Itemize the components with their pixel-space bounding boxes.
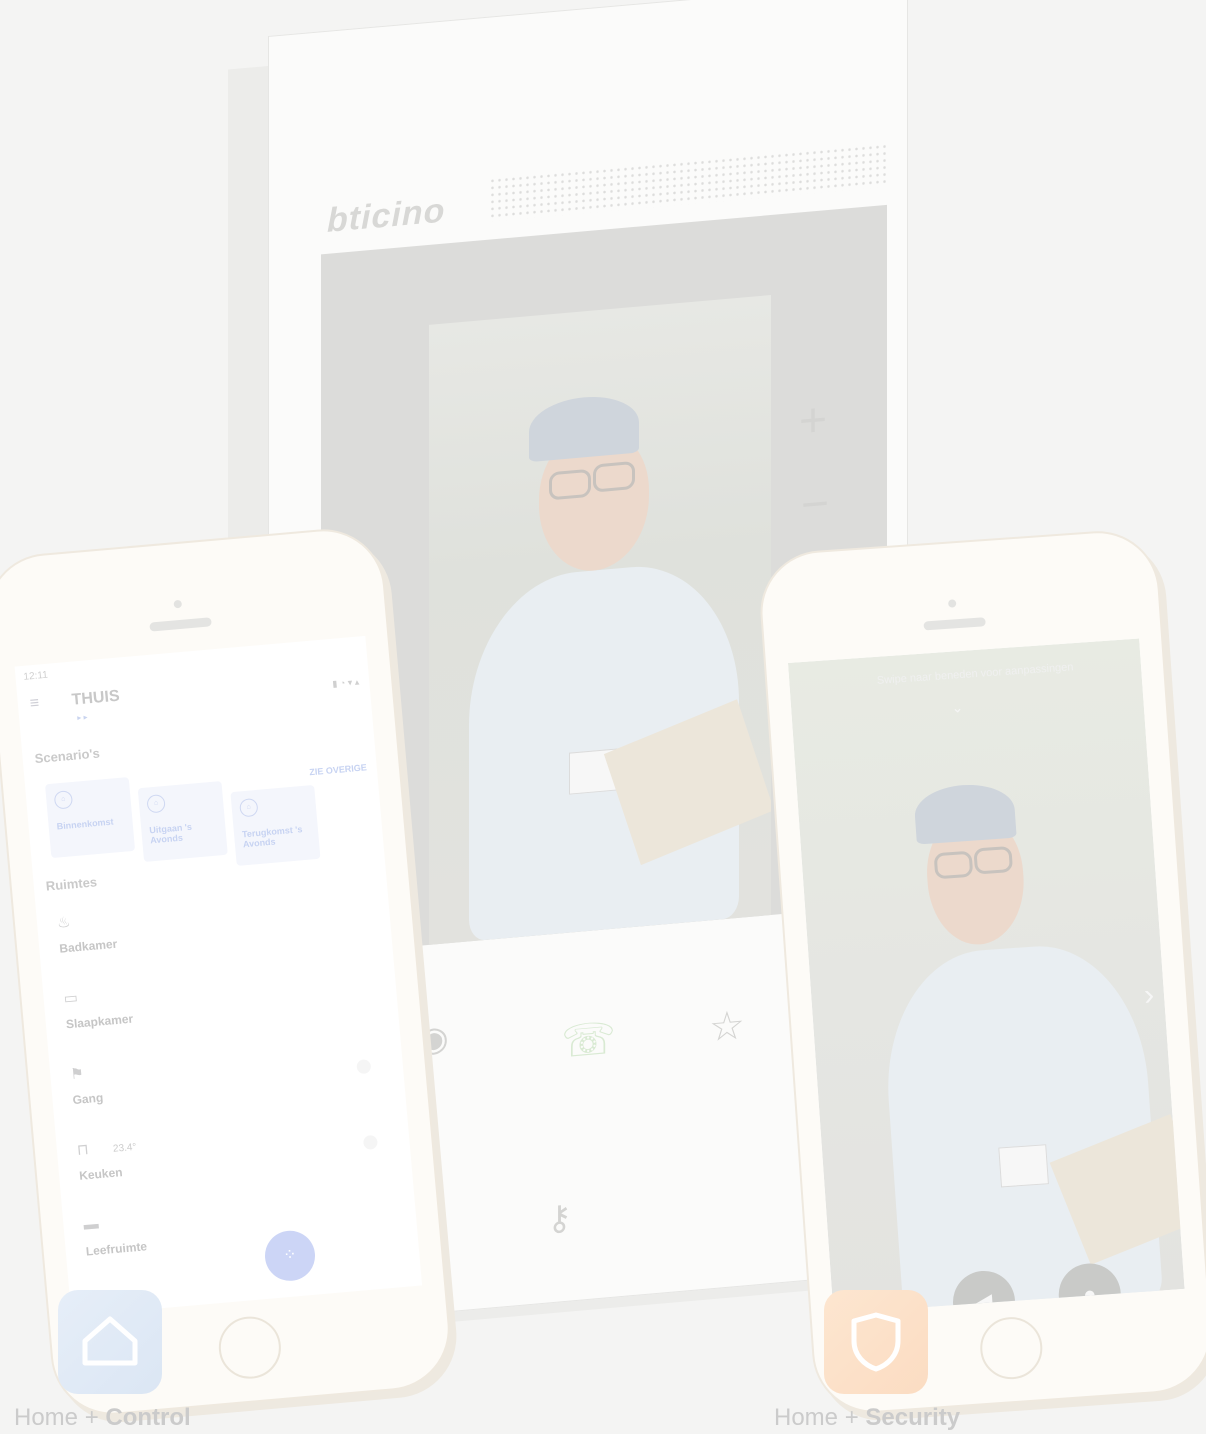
phone-home-security: Swipe naar beneden voor aanpassingen ⌄ ›… bbox=[756, 527, 1206, 1417]
room-label: Badkamer bbox=[58, 936, 118, 956]
courier-video-feed bbox=[429, 294, 771, 945]
phone-home-button[interactable] bbox=[216, 1314, 284, 1382]
room-item[interactable]: ▭ Slaapkamer bbox=[63, 963, 367, 1049]
key-icon[interactable]: ⚷ bbox=[547, 1198, 572, 1238]
scenario-icon: ⌂ bbox=[146, 794, 166, 814]
product-scene: bticino + − ◉ ☏ ☆ ⚷ 12:11 ▮ ◔ ▾ ▴ ≡ THUI… bbox=[0, 0, 1206, 1434]
scenario-label: Terugkomst 's Avonds bbox=[241, 824, 303, 850]
speaker-icon: ◀ bbox=[974, 1288, 994, 1314]
caption-prefix: Home + bbox=[774, 1404, 866, 1431]
room-label: Leefruimte bbox=[85, 1239, 148, 1259]
minus-icon[interactable]: − bbox=[801, 477, 829, 532]
status-icons: ▮ ◔ ▾ ▴ bbox=[331, 676, 360, 689]
room-toggle[interactable] bbox=[362, 1134, 379, 1150]
front-camera bbox=[947, 599, 957, 608]
room-toggle[interactable] bbox=[356, 1059, 372, 1075]
shield-icon bbox=[824, 1290, 928, 1394]
room-label: Gang bbox=[72, 1090, 104, 1108]
earpiece bbox=[149, 617, 212, 632]
home-security-app-icon[interactable] bbox=[824, 1290, 928, 1394]
room-item[interactable]: ⊓ 23.4° Keuken bbox=[76, 1115, 380, 1201]
courier-video-feed bbox=[787, 638, 1185, 1314]
microphone-icon: ● bbox=[1082, 1281, 1098, 1307]
menu-icon[interactable]: ≡ bbox=[29, 695, 40, 714]
scenario-card[interactable]: ⌂ Terugkomst 's Avonds bbox=[230, 784, 321, 866]
room-label: Slaapkamer bbox=[65, 1011, 134, 1032]
scenario-card[interactable]: ⌂ Uitgaan 's Avonds bbox=[137, 780, 228, 863]
sofa-icon: ▬ bbox=[82, 1215, 100, 1234]
scenarios-heading: Scenario's bbox=[34, 745, 101, 767]
scenario-icon: ⌂ bbox=[239, 797, 259, 818]
home-control-caption: Home + Control bbox=[14, 1404, 191, 1432]
rooms-heading: Ruimtes bbox=[45, 874, 98, 894]
kitchen-icon: ⊓ bbox=[76, 1140, 90, 1159]
caption-app-name: Control bbox=[105, 1404, 191, 1431]
front-camera bbox=[173, 599, 183, 609]
plus-icon[interactable]: + bbox=[799, 393, 827, 448]
room-item[interactable]: ♨ Badkamer bbox=[56, 888, 360, 974]
hallway-icon: ⚑ bbox=[69, 1065, 85, 1084]
caption-app-name: Security bbox=[865, 1404, 961, 1431]
phone-home-button[interactable] bbox=[978, 1315, 1045, 1382]
scenario-icon: ⌂ bbox=[53, 790, 74, 810]
room-temperature: 23.4° bbox=[112, 1141, 137, 1155]
room-item[interactable]: ⚑ Gang bbox=[70, 1039, 374, 1125]
courier-image bbox=[429, 295, 771, 945]
courier-image bbox=[788, 639, 1185, 1314]
control-app-screen: 12:11 ▮ ◔ ▾ ▴ ≡ THUIS ▸ ▸ Scenario's ZIE… bbox=[14, 635, 423, 1317]
phone-icon[interactable]: ☏ bbox=[561, 1014, 616, 1068]
bed-icon: ▭ bbox=[63, 989, 79, 1008]
chevron-down-icon[interactable]: ⌄ bbox=[951, 699, 964, 717]
security-app-screen: Swipe naar beneden voor aanpassingen ⌄ ›… bbox=[787, 638, 1185, 1314]
bath-icon: ♨ bbox=[56, 913, 72, 932]
scenario-list: ⌂ Binnenkomst ⌂ Uitgaan 's Avonds ⌂ Teru… bbox=[44, 756, 381, 866]
caption-prefix: Home + bbox=[14, 1404, 106, 1431]
star-icon[interactable]: ☆ bbox=[709, 1003, 745, 1050]
scenario-label: Uitgaan 's Avonds bbox=[148, 821, 193, 846]
scenario-label: Binnenkomst bbox=[56, 816, 114, 832]
home-icon bbox=[58, 1290, 162, 1394]
room-label: Keuken bbox=[78, 1165, 124, 1183]
earpiece bbox=[923, 617, 986, 631]
home-title: THUIS bbox=[71, 687, 121, 709]
brand-logo: bticino bbox=[327, 191, 446, 240]
home-subtitle: ▸ ▸ bbox=[76, 712, 88, 723]
home-control-app-icon[interactable] bbox=[58, 1290, 162, 1394]
phone-home-control: 12:11 ▮ ◔ ▾ ▴ ≡ THUIS ▸ ▸ Scenario's ZIE… bbox=[0, 524, 455, 1420]
scenario-card[interactable]: ⌂ Binnenkomst bbox=[44, 777, 136, 859]
home-security-caption: Home + Security bbox=[774, 1404, 960, 1432]
status-time: 12:11 bbox=[23, 669, 49, 683]
room-item[interactable]: ▬ Leefruimte bbox=[83, 1191, 387, 1277]
